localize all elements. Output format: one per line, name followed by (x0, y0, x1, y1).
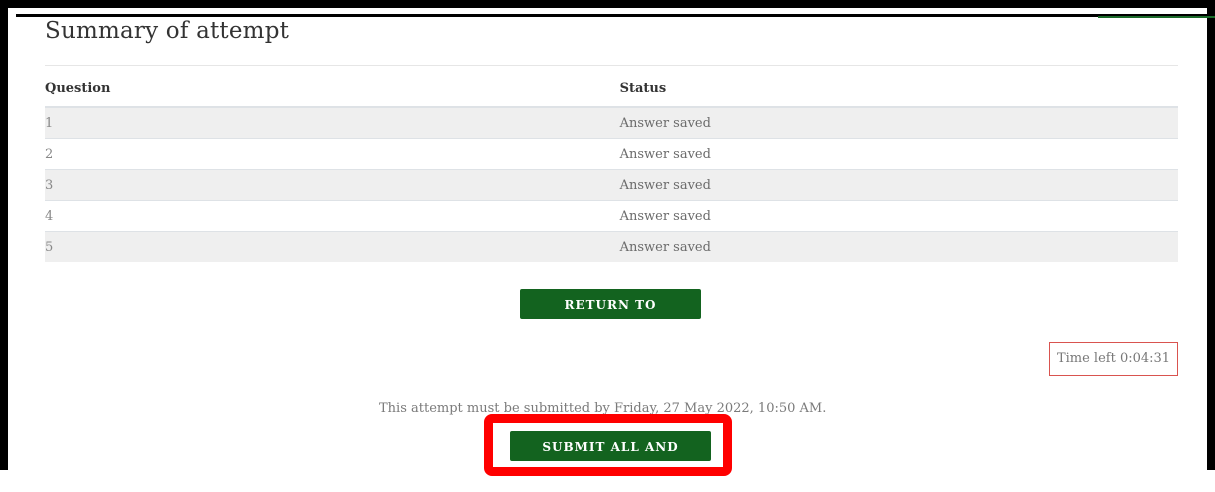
annotation-highlight-box (484, 414, 732, 476)
column-header-question: Question (45, 70, 167, 108)
time-left-timer: Time left 0:04:31 (1049, 342, 1178, 376)
question-status: Answer saved (166, 138, 1178, 170)
table-row: 5 Answer saved (45, 231, 1178, 262)
table-row: 4 Answer saved (45, 200, 1178, 232)
question-number: 5 (45, 231, 167, 262)
question-status: Answer saved (166, 200, 1178, 232)
question-status: Answer saved (166, 169, 1178, 201)
question-number: 2 (45, 138, 167, 170)
table-row: 3 Answer saved (45, 169, 1178, 201)
header-accent-line (1098, 16, 1215, 18)
question-number: 4 (45, 200, 167, 232)
table-row: 2 Answer saved (45, 138, 1178, 170)
column-header-status: Status (166, 70, 1178, 108)
question-number: 1 (45, 106, 167, 139)
table-row: 1 Answer saved (45, 106, 1178, 139)
question-status: Answer saved (166, 106, 1178, 139)
top-border (16, 14, 1215, 17)
attempt-summary-table: Question Status 1 Answer saved 2 Answer … (45, 70, 1178, 262)
title-divider (45, 65, 1178, 66)
page-title: Summary of attempt (45, 18, 290, 44)
return-to-attempt-button[interactable]: RETURN TO ATTEMPT (520, 289, 701, 342)
question-number: 3 (45, 169, 167, 201)
table-header-row: Question Status (45, 70, 1178, 108)
question-status: Answer saved (166, 231, 1178, 262)
quiz-window: Summary of attempt Question Status 1 Ans… (0, 0, 1215, 484)
